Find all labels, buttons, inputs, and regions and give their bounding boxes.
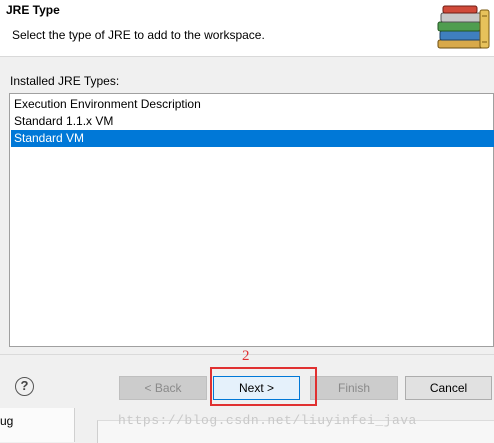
cancel-button[interactable]: Cancel [405,376,492,400]
back-button[interactable]: < Back [119,376,207,400]
annotation-number: 2 [242,348,250,364]
list-item-standard-11x-vm[interactable]: Standard 1.1.x VM [11,113,494,130]
page-subtitle: Select the type of JRE to add to the wor… [12,28,265,42]
help-icon[interactable]: ? [15,377,34,396]
background-left-text: ug [0,414,14,428]
installed-jre-types-label: Installed JRE Types: [10,74,120,88]
page-title: JRE Type [6,3,60,17]
finish-button[interactable]: Finish [310,376,398,400]
annotation-highlight-box [210,367,317,406]
dialog-header: JRE Type Select the type of JRE to add t… [0,0,494,57]
list-item-execution-environment[interactable]: Execution Environment Description [11,96,494,113]
jre-types-list[interactable]: Execution Environment Description Standa… [9,93,494,347]
list-item-standard-vm[interactable]: Standard VM [11,130,494,147]
watermark-text: https://blog.csdn.net/liuyinfei_java [118,413,417,428]
books-icon [437,5,490,49]
